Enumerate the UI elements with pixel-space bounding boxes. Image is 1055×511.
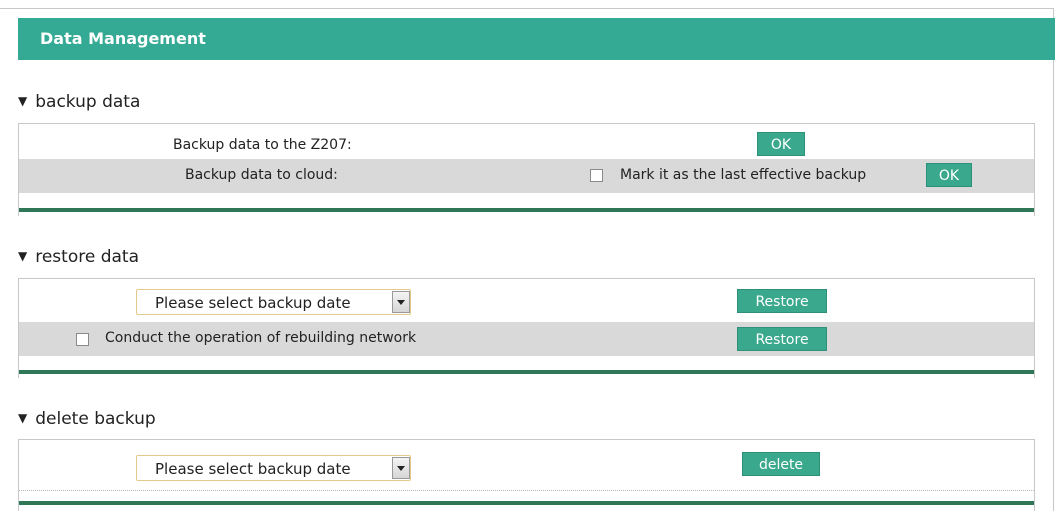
restore-date-select-value: Please select backup date — [155, 294, 351, 312]
section-restore-header[interactable]: ▼ restore data — [18, 247, 139, 267]
rebuild-restore-button[interactable]: Restore — [737, 327, 827, 351]
restore-date-select[interactable]: Please select backup date — [136, 289, 411, 315]
restore-row-rebuild: Conduct the operation of rebuilding netw… — [19, 322, 1034, 356]
mark-effective-checkbox[interactable] — [590, 169, 603, 182]
section-restore-title: restore data — [35, 247, 140, 267]
panel-divider — [19, 208, 1034, 212]
chevron-down-icon[interactable] — [392, 457, 410, 479]
delete-date-select-value: Please select backup date — [155, 460, 351, 478]
backup-cloud-label: Backup data to cloud: — [185, 167, 338, 183]
collapse-triangle-icon: ▼ — [18, 94, 28, 108]
delete-button[interactable]: delete — [742, 452, 820, 476]
backup-local-ok-button[interactable]: OK — [757, 132, 805, 156]
chevron-down-icon[interactable] — [392, 291, 410, 313]
restore-button[interactable]: Restore — [737, 289, 827, 313]
delete-panel: Please select backup date delete — [18, 439, 1035, 511]
page-header: Data Management — [18, 18, 1055, 60]
page-title: Data Management — [40, 29, 206, 48]
collapse-triangle-icon: ▼ — [18, 411, 28, 425]
rebuild-network-checkbox[interactable] — [76, 333, 89, 346]
panel-divider — [19, 370, 1034, 374]
backup-local-label: Backup data to the Z207: — [173, 137, 352, 153]
panel-divider — [19, 501, 1034, 505]
page-frame — [0, 8, 1054, 511]
section-delete-title: delete backup — [35, 409, 156, 429]
dotted-divider — [19, 490, 1034, 491]
delete-row-date: Please select backup date delete — [19, 444, 1034, 484]
restore-panel: Please select backup date Restore Conduc… — [18, 278, 1035, 378]
mark-effective-label: Mark it as the last effective backup — [620, 167, 867, 183]
delete-date-select[interactable]: Please select backup date — [136, 455, 411, 481]
collapse-triangle-icon: ▼ — [18, 249, 28, 263]
backup-cloud-ok-button[interactable]: OK — [926, 163, 972, 187]
section-backup-header[interactable]: ▼ backup data — [18, 92, 140, 112]
rebuild-network-label: Conduct the operation of rebuilding netw… — [105, 330, 417, 346]
section-delete-header[interactable]: ▼ delete backup — [18, 409, 156, 429]
backup-panel: Backup data to the Z207: OK Backup data … — [18, 123, 1035, 216]
restore-row-date: Please select backup date Restore — [19, 283, 1034, 319]
backup-row-local: Backup data to the Z207: OK — [19, 128, 1034, 162]
backup-row-cloud: Backup data to cloud: Mark it as the las… — [19, 159, 1034, 193]
section-backup-title: backup data — [35, 92, 141, 112]
